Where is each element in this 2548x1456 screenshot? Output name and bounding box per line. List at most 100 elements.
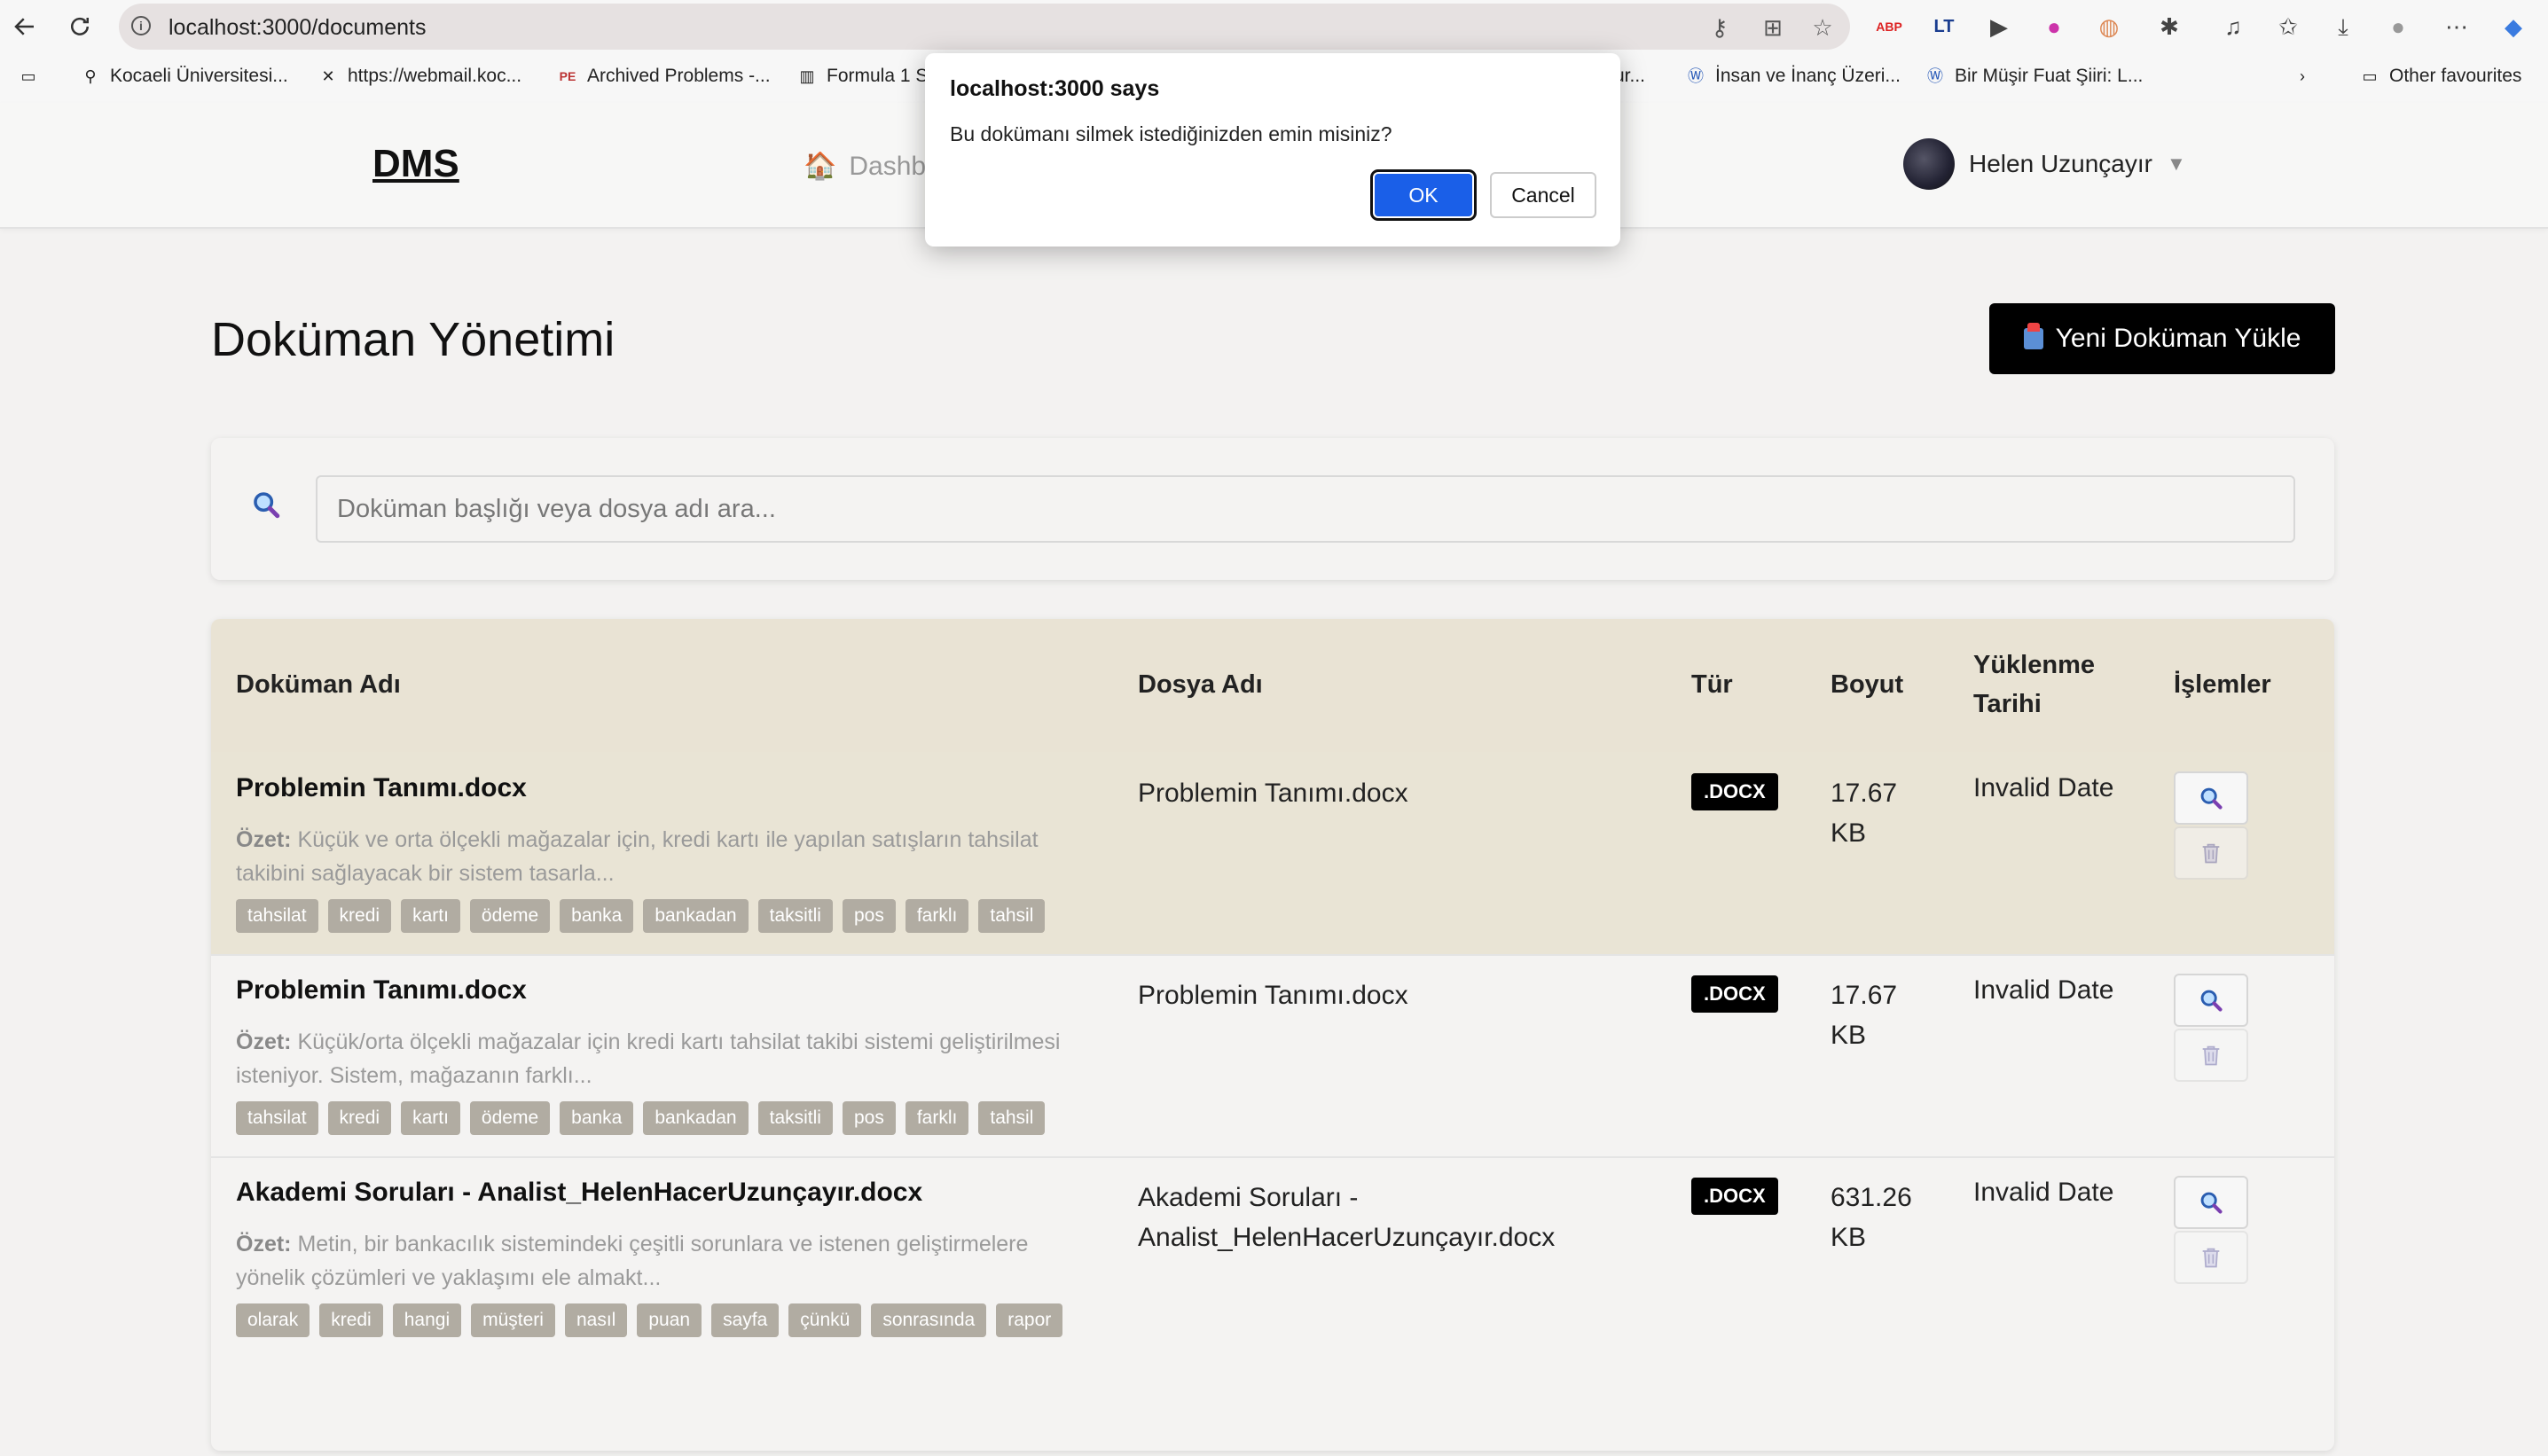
search-card <box>211 438 2334 580</box>
header-type: Tür <box>1691 670 1733 699</box>
bookmark-musir-fuat[interactable]: Ⓦ Bir Müşir Fuat Şiiri: L... <box>1925 66 2143 87</box>
header-file-name: Dosya Adı <box>1138 670 1263 699</box>
tag: sonrasında <box>871 1303 987 1337</box>
header-actions: İşlemler <box>2174 670 2271 699</box>
type-badge: .DOCX <box>1691 773 1778 810</box>
upload-button-label: Yeni Doküman Yükle <box>2055 324 2301 353</box>
wordpress-icon: Ⓦ <box>1927 67 1943 85</box>
folder-icon: ▭ <box>2362 67 2378 85</box>
bookmark-kocaeli[interactable]: ⚲ Kocaeli Üniversitesi... <box>80 66 287 87</box>
table-row: Problemin Tanımı.docx Özet: Küçük ve ort… <box>211 752 2334 956</box>
dialog-title: localhost:3000 says <box>950 76 1160 101</box>
app-grid-icon[interactable]: ⊞ <box>1760 14 1786 41</box>
profile-icon[interactable]: ● <box>2382 11 2414 43</box>
view-button[interactable] <box>2174 1176 2248 1229</box>
tag: bankadan <box>643 899 749 933</box>
bookmark-insan-ve-inanc[interactable]: Ⓦ İnsan ve İnanç Üzeri... <box>1685 66 1901 87</box>
file-size: 631.26 KB <box>1831 1183 1912 1252</box>
file-name: Akademi Soruları - Analist_HelenHacerUzu… <box>1138 1183 1556 1252</box>
adblock-icon[interactable]: ABP <box>1873 11 1905 43</box>
more-menu-icon[interactable]: ⋯ <box>2441 11 2473 43</box>
tag: kartı <box>401 1101 460 1135</box>
search-icon <box>254 492 280 519</box>
tag: tahsil <box>978 899 1046 933</box>
nav-dashboard[interactable]: 🏠 Dashb <box>804 151 926 182</box>
key-icon[interactable]: ⚷ <box>1706 14 1733 41</box>
upload-document-button[interactable]: Yeni Doküman Yükle <box>1989 303 2335 374</box>
view-button[interactable] <box>2174 771 2248 825</box>
music-icon[interactable]: ♫ <box>2217 11 2249 43</box>
tag: olarak <box>236 1303 310 1337</box>
tag: tahsilat <box>236 899 318 933</box>
bookmark-webmail[interactable]: ✕ https://webmail.koc... <box>318 66 521 87</box>
tag: ödeme <box>469 1101 551 1135</box>
tag: banka <box>560 1101 634 1135</box>
play-icon[interactable]: ▶ <box>1983 11 2015 43</box>
bookmark-archived-problems[interactable]: PE Archived Problems -... <box>557 66 771 87</box>
tag-list: tahsilat kredi kartı ödeme banka bankada… <box>236 899 1046 933</box>
other-favourites[interactable]: ▭ Other favourites <box>2359 66 2521 87</box>
header-document-name: Doküman Adı <box>236 670 401 699</box>
table-row: Akademi Soruları - Analist_HelenHacerUzu… <box>211 1156 2334 1358</box>
delete-button[interactable] <box>2174 826 2248 880</box>
avatar <box>1903 138 1955 190</box>
collections-icon[interactable]: ▭ <box>18 66 39 87</box>
address-bar[interactable]: i localhost:3000/documents ⚷ ⊞ ☆ <box>119 4 1850 50</box>
trash-icon <box>2202 843 2220 864</box>
view-button[interactable] <box>2174 974 2248 1027</box>
bookmark-formula1[interactable]: ▥ Formula 1 S <box>796 66 928 87</box>
download-icon[interactable]: ⤓ <box>2327 11 2359 43</box>
page-title: Doküman Yönetimi <box>211 313 615 366</box>
table-row: Problemin Tanımı.docx Özet: Küçük/orta ö… <box>211 954 2334 1158</box>
chevron-right-icon[interactable]: › <box>2292 66 2313 87</box>
extension-color-icon[interactable]: ● <box>2038 11 2070 43</box>
document-title: Problemin Tanımı.docx <box>236 773 527 802</box>
tag: pos <box>842 1101 896 1135</box>
upload-date: Invalid Date <box>1973 773 2114 802</box>
url-text: localhost:3000/documents <box>169 15 427 40</box>
user-menu[interactable]: Helen Uzunçayır ▼ <box>1903 138 2186 190</box>
file-size: 17.67 KB <box>1831 981 1898 1050</box>
refresh-icon[interactable] <box>64 11 96 43</box>
tag: nasıl <box>564 1303 628 1337</box>
browser-toolbar: i localhost:3000/documents ⚷ ⊞ ☆ ABP LT … <box>0 0 2548 53</box>
tag: kredi <box>319 1303 383 1337</box>
header-upload-date: Yüklenme Tarihi <box>1973 651 2095 718</box>
documents-table: Doküman Adı Dosya Adı Tür Boyut Yüklenme… <box>211 619 2334 1451</box>
languagetool-icon[interactable]: LT <box>1928 11 1960 43</box>
file-size: 17.67 KB <box>1831 779 1898 848</box>
favourites-icon[interactable]: ✩ <box>2272 11 2304 43</box>
ok-button[interactable]: OK <box>1370 169 1477 221</box>
tag: rapor <box>996 1303 1063 1337</box>
tag: taksitli <box>757 1101 833 1135</box>
site-info-icon[interactable]: i <box>131 16 151 35</box>
pe-icon: PE <box>559 69 576 83</box>
tag: kredi <box>327 899 392 933</box>
trash-icon <box>2202 1248 2220 1268</box>
tag: çünkü <box>788 1303 862 1337</box>
mail-icon: ✕ <box>321 67 335 85</box>
extension-cookie-icon[interactable]: ◍ <box>2093 11 2125 43</box>
tag: farklı <box>905 1101 969 1135</box>
tag: tahsilat <box>236 1101 318 1135</box>
app-logo[interactable]: DMS <box>372 142 459 186</box>
copilot-icon[interactable]: ◆ <box>2497 11 2529 43</box>
tag: hangi <box>392 1303 462 1337</box>
tag: kartı <box>401 899 460 933</box>
home-icon: 🏠 <box>804 152 837 181</box>
tag: puan <box>637 1303 702 1337</box>
document-title: Problemin Tanımı.docx <box>236 975 527 1005</box>
extensions-puzzle-icon[interactable]: ✱ <box>2153 11 2185 43</box>
search-input[interactable] <box>316 475 2295 543</box>
delete-button[interactable] <box>2174 1231 2248 1284</box>
page-content: DMS 🏠 Dashb Helen Uzunçayır ▼ Doküman Yö… <box>0 103 2548 1456</box>
delete-button[interactable] <box>2174 1029 2248 1082</box>
f1-icon: ▥ <box>799 67 815 85</box>
type-badge: .DOCX <box>1691 1178 1778 1215</box>
tag-list: tahsilat kredi kartı ödeme banka bankada… <box>236 1101 1046 1135</box>
cancel-button[interactable]: Cancel <box>1490 172 1596 218</box>
back-arrow-icon[interactable] <box>9 11 41 43</box>
confirm-dialog: localhost:3000 says Bu dokümanı silmek i… <box>925 53 1620 247</box>
tag: bankadan <box>643 1101 749 1135</box>
favourite-star-icon[interactable]: ☆ <box>1809 14 1836 41</box>
